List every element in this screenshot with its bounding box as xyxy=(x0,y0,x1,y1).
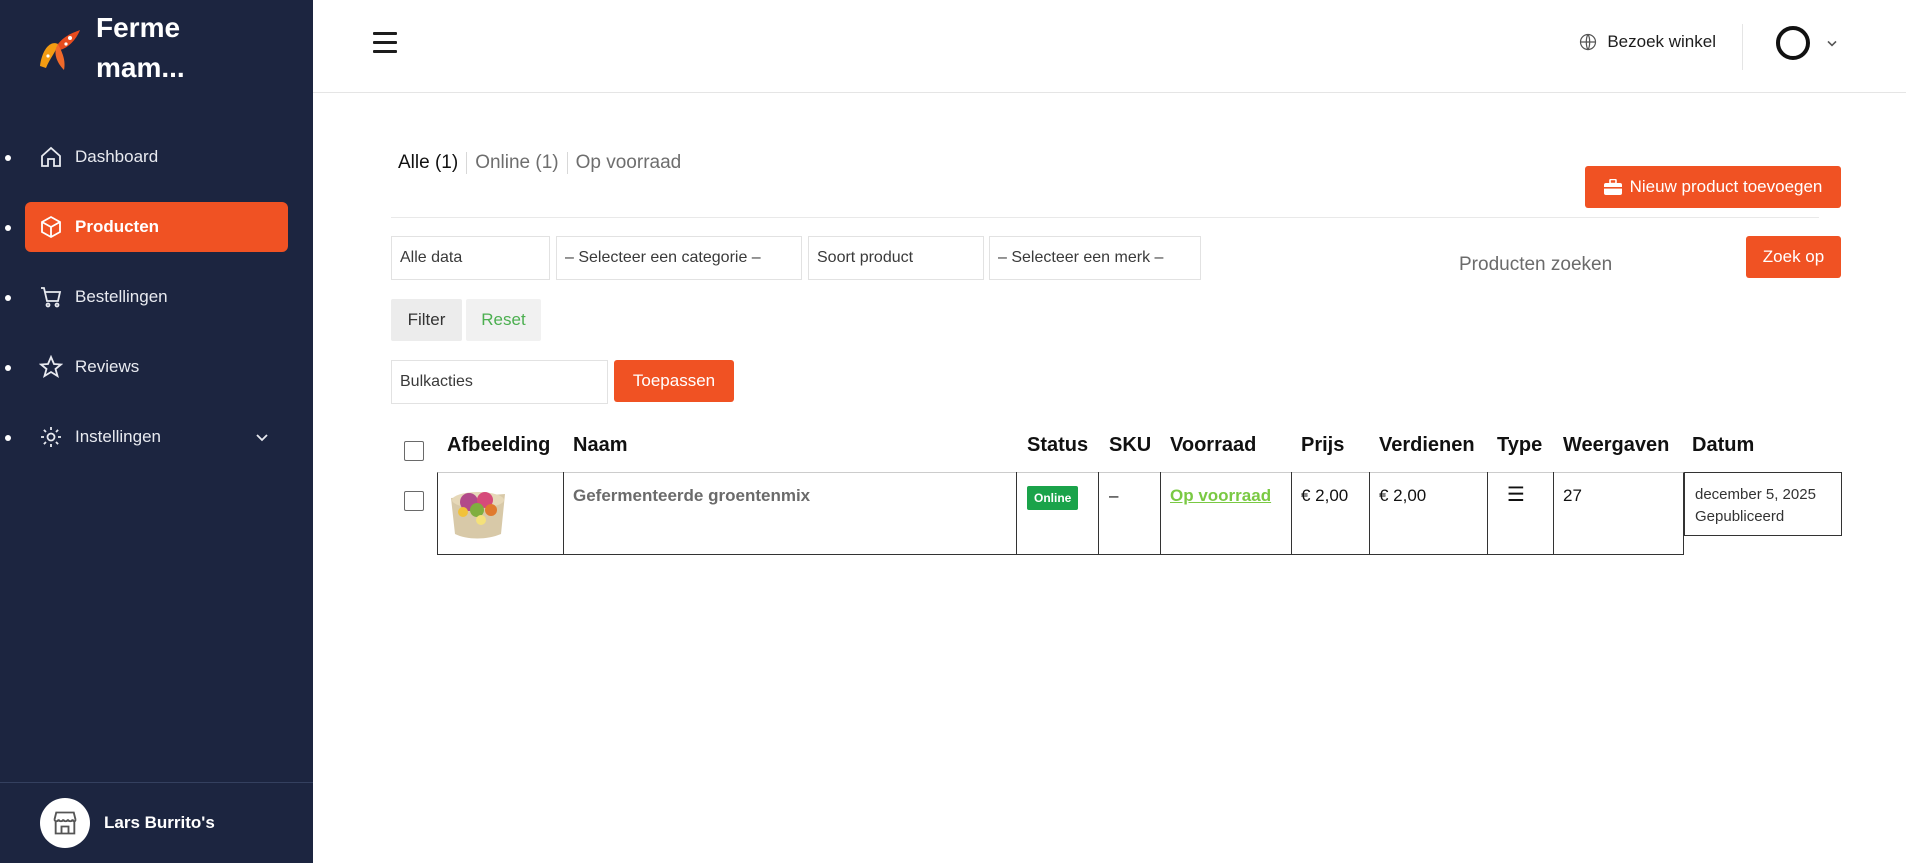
cart-icon xyxy=(41,287,62,308)
profile-menu[interactable] xyxy=(1776,26,1840,60)
profile-avatar xyxy=(1776,26,1810,60)
sidebar-item-label: Bestellingen xyxy=(75,287,168,306)
list-icon: ☰ xyxy=(1507,484,1525,506)
brand[interactable]: Ferme mam... xyxy=(36,8,216,88)
sidebar-link-dashboard[interactable]: Dashboard xyxy=(25,132,288,182)
reset-button[interactable]: Reset xyxy=(466,299,541,341)
chevron-down-icon[interactable] xyxy=(252,427,272,447)
sidebar-nav: Dashboard Producten Bestellingen Reviews xyxy=(0,132,313,482)
column-header-verdienen: Verdienen xyxy=(1379,434,1475,456)
header-divider xyxy=(1742,24,1743,70)
tab-op-voorraad[interactable]: Op voorraad xyxy=(576,152,690,174)
publish-status: Gepubliceerd xyxy=(1695,508,1785,525)
column-divider xyxy=(1098,472,1099,555)
visit-store-label: Bezoek winkel xyxy=(1607,32,1716,51)
avatar xyxy=(40,798,90,848)
sidebar-item-instellingen: Instellingen xyxy=(0,412,313,462)
top-header: Bezoek winkel xyxy=(313,0,1906,93)
column-divider xyxy=(1553,472,1554,555)
category-filter-select[interactable]: – Selecteer een categorie – xyxy=(556,236,802,280)
select-all-checkbox[interactable] xyxy=(404,441,424,461)
column-divider xyxy=(563,472,564,555)
tab-online[interactable]: Online (1) xyxy=(475,152,568,174)
column-header-status: Status xyxy=(1027,434,1089,456)
sidebar-link-producten[interactable]: Producten xyxy=(25,202,288,252)
main-content: Alle (1) Online (1) Op voorraad Nieuw pr… xyxy=(313,94,1906,863)
sidebar-item-bestellingen: Bestellingen xyxy=(0,272,313,322)
date-cell: december 5, 2025 Gepubliceerd xyxy=(1684,472,1842,536)
column-header-naam[interactable]: Naam xyxy=(573,434,627,457)
store-icon xyxy=(53,811,77,835)
briefcase-icon xyxy=(1603,179,1622,195)
divider xyxy=(391,217,1819,218)
date-value: december 5, 2025 xyxy=(1695,486,1816,503)
column-header-weergaven: Weergaven xyxy=(1563,434,1670,456)
home-icon xyxy=(41,146,61,167)
status-badge: Online xyxy=(1027,486,1079,510)
row-checkbox[interactable] xyxy=(404,491,424,511)
column-divider xyxy=(1291,472,1292,555)
add-product-label: Nieuw product toevoegen xyxy=(1629,177,1823,196)
sidebar-item-label: Reviews xyxy=(75,357,140,376)
product-name-link[interactable]: Gefermenteerde groentenmix xyxy=(573,486,810,506)
filter-button[interactable]: Filter xyxy=(391,299,462,341)
sidebar-user[interactable]: Lars Burrito's xyxy=(0,782,313,863)
bulk-actions-select[interactable]: Bulkacties xyxy=(391,360,608,404)
sidebar-item-reviews: Reviews xyxy=(0,342,313,392)
add-product-button[interactable]: Nieuw product toevoegen xyxy=(1585,166,1841,208)
product-thumbnail[interactable] xyxy=(447,480,509,542)
column-divider xyxy=(1487,472,1488,555)
sidebar-item-label: Instellingen xyxy=(75,427,162,446)
price-value: € 2,00 xyxy=(1301,486,1349,505)
search-input[interactable]: Producten zoeken xyxy=(1459,254,1612,276)
views-value: 27 xyxy=(1563,486,1582,505)
star-icon xyxy=(39,355,63,378)
gear-icon xyxy=(41,427,61,447)
search-button[interactable]: Zoek op xyxy=(1746,236,1841,278)
brand-filter-select[interactable]: – Selecteer een merk – xyxy=(989,236,1201,280)
sidebar-item-dashboard: Dashboard xyxy=(0,132,313,182)
column-header-type: Type xyxy=(1497,434,1543,456)
bullet-dot xyxy=(5,365,11,371)
sidebar: Ferme mam... Dashboard Producten Bestell… xyxy=(0,0,313,863)
column-header-afbeelding: Afbeelding xyxy=(447,434,551,456)
sku-value: – xyxy=(1109,486,1119,505)
column-header-voorraad: Voorraad xyxy=(1170,434,1257,456)
brand-name: Ferme mam... xyxy=(96,12,185,83)
tab-alle[interactable]: Alle (1) xyxy=(398,152,468,174)
sidebar-item-label: Dashboard xyxy=(75,147,159,166)
bullet-dot xyxy=(5,225,11,231)
sidebar-link-bestellingen[interactable]: Bestellingen xyxy=(25,272,288,322)
sidebar-link-instellingen[interactable]: Instellingen xyxy=(25,412,288,462)
date-filter-select[interactable]: Alle data xyxy=(391,236,550,280)
status-tabs: Alle (1) Online (1) Op voorraad xyxy=(398,152,697,174)
table-row xyxy=(437,472,1684,555)
product-type-select[interactable]: Soort product xyxy=(808,236,984,280)
bullet-dot xyxy=(5,435,11,441)
apply-button[interactable]: Toepassen xyxy=(614,360,734,402)
earnings-value: € 2,00 xyxy=(1379,486,1427,505)
column-header-sku[interactable]: SKU xyxy=(1109,434,1151,457)
globe-icon xyxy=(1580,33,1597,51)
stock-status-link[interactable]: Op voorraad xyxy=(1170,486,1271,506)
bullet-dot xyxy=(5,155,11,161)
column-divider xyxy=(1369,472,1370,555)
sidebar-link-reviews[interactable]: Reviews xyxy=(25,342,288,392)
column-header-datum[interactable]: Datum xyxy=(1692,434,1754,457)
visit-store-link[interactable]: Bezoek winkel xyxy=(1579,32,1716,52)
sidebar-item-label: Producten xyxy=(75,217,160,236)
column-header-prijs[interactable]: Prijs xyxy=(1301,434,1344,457)
hamburger-icon[interactable] xyxy=(373,32,397,54)
column-divider xyxy=(1160,472,1161,555)
sidebar-item-producten: Producten xyxy=(0,202,313,252)
bullet-dot xyxy=(5,295,11,301)
column-divider xyxy=(1016,472,1017,555)
user-name: Lars Burrito's xyxy=(104,813,215,832)
brand-logo-icon xyxy=(40,30,80,70)
box-icon xyxy=(41,215,61,239)
chevron-down-icon xyxy=(1827,40,1837,47)
